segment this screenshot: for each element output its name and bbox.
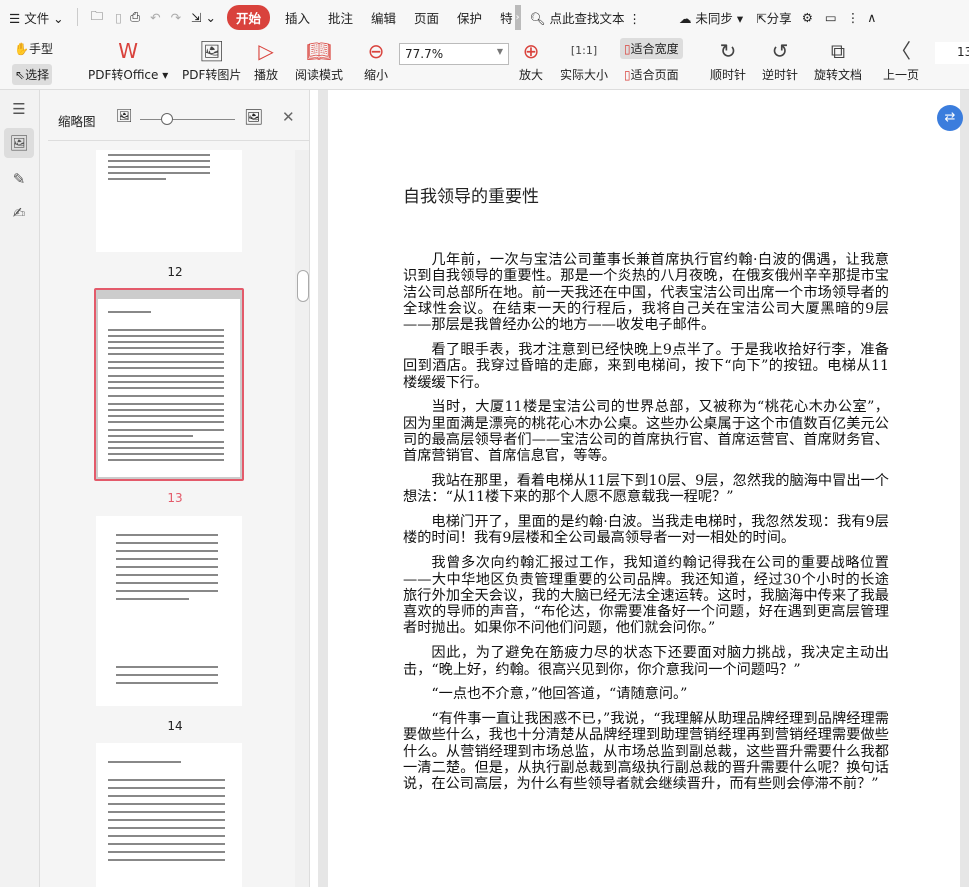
annotation-icon[interactable]: ✎: [4, 164, 34, 194]
gear-icon[interactable]: ⚙: [796, 10, 819, 25]
thumbnail-page-14[interactable]: [96, 516, 242, 706]
paragraph: 看了眼手表，我才注意到已经快晚上9点半了。于是我收拾好行李，准备回到酒店。我穿过…: [403, 341, 889, 391]
large-image-icon[interactable]: 🖼︎: [244, 108, 263, 126]
document-viewer: 自我领导的重要性 几年前，一次与宝洁公司董事长兼首席执行官约翰·白波的偶遇，让我…: [318, 90, 969, 887]
collapse-icon[interactable]: ∧: [863, 10, 880, 25]
search-box[interactable]: 🔍︎ 点此查找文本 ⋮: [521, 8, 650, 27]
document-title: 自我领导的重要性: [403, 187, 539, 207]
read-mode-button[interactable]: 📖︎ 阅读模式: [295, 38, 343, 83]
zoom-out-icon: ⊖: [367, 39, 385, 63]
select-tool[interactable]: ⇖选择: [12, 64, 53, 85]
undo-icon[interactable]: ↶: [145, 10, 165, 25]
fit-width-icon: ▯: [624, 42, 631, 56]
paragraph: 几年前，一次与宝洁公司董事长兼首席执行官约翰·白波的偶遇，让我意识到自我领导的重…: [403, 252, 889, 334]
page-number-input[interactable]: 13: [935, 42, 969, 64]
outline-icon[interactable]: ☰: [4, 94, 34, 124]
pdf-to-office-icon: W: [118, 39, 139, 63]
search-icon: 🔍︎: [529, 10, 546, 26]
rotate-doc-icon: ⧉: [830, 39, 846, 63]
document-body: 几年前，一次与宝洁公司董事长兼首席执行官约翰·白波的偶遇，让我意识到自我领导的重…: [403, 252, 889, 801]
tab-page[interactable]: 页面: [405, 8, 448, 27]
print-icon[interactable]: ⎙: [125, 9, 145, 25]
tab-start[interactable]: 开始: [226, 4, 270, 30]
open-icon[interactable]: 🗀: [82, 7, 113, 28]
menu-bar: ☰ 文件 ⌄ 🗀 ▯ ⎙ ↶ ↷ ⇲ ⌄ 开始 插入 批注 编辑 页面 保护 特…: [0, 0, 969, 34]
more-icon[interactable]: ⋮: [843, 10, 864, 25]
thumbnail-panel: 缩略图 🖼︎ 🖼︎ ✕ 12 13 14: [40, 90, 310, 887]
left-sidebar: ☰ 🖼︎ ✎ ✍: [0, 90, 40, 887]
fit-page-button[interactable]: ▯适合页面: [624, 66, 679, 83]
play-button[interactable]: ▷ 播放: [254, 38, 278, 83]
play-icon: ▷: [258, 39, 274, 63]
paragraph: 因此，为了避免在筋疲力尽的状态下还要面对脑力挑战，我决定主动出击，“晚上好，约翰…: [403, 645, 889, 678]
rotate-cw-icon: ↻: [719, 39, 737, 63]
share-button[interactable]: ⇱分享: [752, 8, 796, 27]
document-page: 自我领导的重要性 几年前，一次与宝洁公司董事长兼首席执行官约翰·白波的偶遇，让我…: [328, 90, 960, 887]
scrollbar-thumb[interactable]: [297, 270, 309, 302]
divider: [48, 140, 310, 141]
page-label: 12: [167, 265, 183, 279]
tab-special[interactable]: 特: [491, 8, 515, 27]
thumbnail-page-15[interactable]: [96, 743, 242, 887]
paragraph: 电梯门开了，里面的是约翰·白波。当我走电梯时，我忽然发现：我有9层楼的时间！我有…: [403, 514, 889, 547]
page-label: 14: [167, 719, 183, 733]
thumbnail-size-slider[interactable]: [140, 119, 235, 120]
paragraph: 我曾多次向约翰汇报过工作，我知道约翰记得我在公司的重要战略位置——大中华地区负责…: [403, 555, 889, 637]
redo-icon[interactable]: ↷: [166, 10, 186, 25]
thumbnail-icon[interactable]: 🖼︎: [4, 128, 34, 158]
rotate-counterclockwise-button[interactable]: ↺ 逆时针: [762, 38, 798, 83]
chevron-left-icon: 〈: [891, 39, 911, 63]
paragraph: “一点也不介意，”他回答道，“请随意问。”: [431, 686, 688, 703]
zoom-select[interactable]: 77.7% ▼: [399, 43, 509, 65]
export-icon[interactable]: ⇲ ⌄: [186, 10, 221, 25]
actual-size-button[interactable]: [1:1] 实际大小: [560, 38, 608, 83]
slider-handle[interactable]: [161, 113, 173, 125]
file-menu[interactable]: ☰ 文件 ⌄: [0, 8, 73, 27]
book-icon: 📖︎: [306, 39, 332, 63]
zoom-in-button[interactable]: ⊕ 放大: [519, 38, 543, 83]
fit-width-button[interactable]: ▯适合宽度: [620, 38, 683, 59]
chevron-down-icon: ▼: [496, 47, 503, 56]
pdf-to-office-button[interactable]: W PDF转Office ▾: [88, 38, 168, 83]
tab-comment[interactable]: 批注: [319, 8, 362, 27]
tab-insert[interactable]: 插入: [276, 8, 319, 27]
close-icon[interactable]: ✕: [282, 108, 295, 126]
thumbnail-scrollbar[interactable]: [295, 150, 309, 887]
divider: [76, 8, 78, 26]
floating-tool-icon[interactable]: ⇄: [937, 105, 963, 131]
rotate-document-button[interactable]: ⧉ 旋转文档: [814, 38, 862, 83]
feedback-icon[interactable]: ▭: [819, 10, 843, 25]
small-image-icon[interactable]: 🖼︎: [116, 109, 133, 124]
toolbar: ✋手型 ⇖选择 W PDF转Office ▾ 🖼︎ PDF转图片 ▷ 播放 📖︎ 阅读模…: [0, 34, 969, 90]
paragraph: “有件事一直让我困惑不已，”我说，“我理解从助理品牌经理到品牌经理需要做些什么，…: [403, 711, 889, 793]
tab-protect[interactable]: 保护: [448, 8, 491, 27]
hand-tool[interactable]: ✋手型: [14, 40, 53, 57]
prev-page-button[interactable]: 〈上一页: [883, 38, 919, 83]
sync-status[interactable]: ☁ 未同步 ▾: [670, 8, 752, 27]
save-icon[interactable]: ▯: [112, 10, 125, 25]
rotate-ccw-icon: ↺: [771, 39, 789, 63]
paragraph: 当时，大厦11楼是宝洁公司的世界总部，又被称为“桃花心木办公室”，因为里面满是漂…: [403, 399, 889, 465]
thumbnail-page-13-selected[interactable]: [94, 288, 244, 481]
paragraph: 我站在那里，看着电梯从11层下到10层、9层，忽然我的脑海中冒出一个想法：“从1…: [403, 473, 889, 506]
page-label-selected: 13: [167, 491, 183, 505]
signature-icon[interactable]: ✍: [4, 198, 34, 228]
pdf-to-image-button[interactable]: 🖼︎ PDF转图片: [182, 38, 241, 83]
zoom-out-button[interactable]: ⊖ 缩小: [364, 38, 388, 83]
zoom-in-icon: ⊕: [522, 39, 540, 63]
image-icon: 🖼︎: [199, 39, 225, 63]
rotate-clockwise-button[interactable]: ↻ 顺时针: [710, 38, 746, 83]
thumbnail-page-12[interactable]: [96, 150, 242, 252]
panel-title: 缩略图: [58, 114, 96, 129]
actual-size-icon: [1:1]: [570, 44, 598, 57]
fit-page-icon: ▯: [624, 68, 631, 82]
tab-edit[interactable]: 编辑: [362, 8, 405, 27]
